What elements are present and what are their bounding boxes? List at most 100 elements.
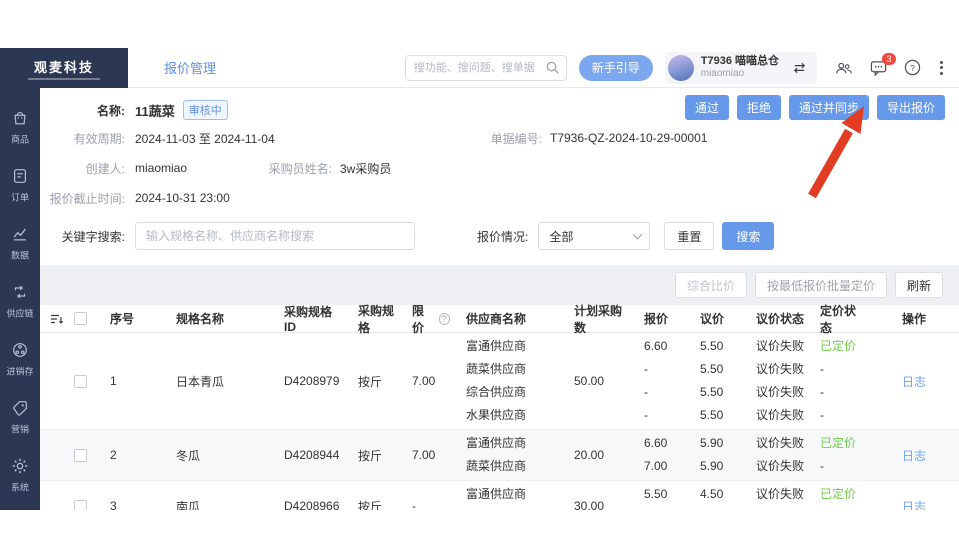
log-link[interactable]: 日志	[902, 447, 926, 464]
keyword-label: 关键字搜索:	[40, 228, 135, 245]
batch-pricing-button[interactable]: 按最低报价批量定价	[755, 272, 887, 298]
pricing-status: 已定价	[820, 483, 856, 506]
app-window: 观麦科技 报价管理 新手引导 T7936 喵喵总仓 miaomiao	[0, 48, 959, 510]
export-quote-button[interactable]: 导出报价	[877, 95, 945, 120]
main-content: 通过 拒绝 通过并同步 导出报价 名称: 11蔬菜 审核中 有效周期: 2024…	[40, 88, 959, 510]
quotes: 6.60---	[624, 333, 680, 429]
compare-price-button[interactable]: 综合比价	[675, 272, 747, 298]
pricing-status: -	[820, 455, 824, 478]
supplier-names: 富通供应商蔬菜供应商	[450, 430, 538, 480]
sidebar-item-supply-chain[interactable]: 供应链	[0, 272, 40, 330]
nego-statuses: 议价失败议价失败	[738, 430, 808, 480]
gear-icon	[11, 457, 29, 475]
row-checkbox[interactable]	[74, 449, 87, 462]
approve-and-sync-button[interactable]: 通过并同步	[789, 95, 869, 120]
search-button[interactable]: 搜索	[722, 222, 774, 250]
user-org: T7936 喵喵总仓	[701, 55, 779, 68]
user-account[interactable]: T7936 喵喵总仓 miaomiao	[665, 52, 817, 84]
brand-logo-subtext	[28, 78, 100, 80]
pricing-status: -	[820, 381, 824, 404]
table-header: 序号 规格名称 采购规格ID 采购规格 限价? 供应商名称 计划采购数 报价 议…	[40, 305, 959, 333]
keyword-input[interactable]	[135, 222, 415, 250]
topbar-main: 报价管理 新手引导 T7936 喵喵总仓 miaomiao	[128, 48, 959, 88]
pricing-status: 已定价	[820, 432, 856, 455]
purchase-spec: 按斤	[340, 430, 398, 480]
nego-prices: 5.905.90	[680, 430, 738, 480]
creator-label: 创建人:	[40, 160, 135, 177]
header-index: 序号	[102, 305, 148, 332]
help-icon[interactable]: ?	[904, 59, 921, 76]
pricing-status: -	[820, 358, 824, 381]
row-checkbox[interactable]	[74, 500, 87, 511]
header-limit-price: 限价?	[398, 305, 450, 332]
table-row: 1 日本青瓜 D4208979 按斤 7.00 富通供应商蔬菜供应商综合供应商水…	[40, 333, 959, 430]
sidebar-item-marketing[interactable]: 营销	[0, 388, 40, 446]
plan-qty: 30.00	[538, 481, 624, 510]
sidebar-item-data[interactable]: 数据	[0, 214, 40, 272]
header-spec: 采购规格	[340, 305, 398, 332]
approve-button[interactable]: 通过	[685, 95, 729, 120]
spec-name: 日本青瓜	[148, 333, 260, 429]
sidebar-item-orders[interactable]: 订单	[0, 156, 40, 214]
log-link[interactable]: 日志	[902, 498, 926, 511]
header-nego: 议价	[680, 305, 738, 332]
supplier-names: 富通供应商蔬菜供应商	[450, 481, 538, 510]
more-menu-icon[interactable]	[938, 59, 945, 77]
order-icon	[11, 167, 29, 185]
row-checkbox[interactable]	[74, 375, 87, 388]
header-nego-status: 议价状态	[738, 305, 808, 332]
limit-price: 7.00	[398, 333, 450, 429]
period-label: 有效周期:	[40, 130, 135, 147]
refresh-button[interactable]: 刷新	[895, 272, 943, 298]
breadcrumb[interactable]: 报价管理	[164, 58, 216, 77]
global-search-input[interactable]	[405, 55, 567, 81]
filter-bar: 关键字搜索: 报价情况: 全部 重置 搜索	[40, 221, 959, 251]
name-label: 名称:	[40, 102, 135, 119]
tag-icon	[11, 399, 29, 417]
bag-icon	[11, 109, 29, 127]
message-icon[interactable]: 3	[870, 60, 887, 76]
purchase-spec: 按斤	[340, 333, 398, 429]
header-quote: 报价	[624, 305, 680, 332]
limit-price-help-icon[interactable]: ?	[439, 313, 450, 325]
novice-guide-button[interactable]: 新手引导	[579, 55, 653, 81]
quote-status-select[interactable]: 全部	[538, 222, 650, 250]
quote-status-label: 报价情况:	[477, 228, 528, 245]
chart-icon	[11, 225, 29, 243]
detail-actions: 通过 拒绝 通过并同步 导出报价	[685, 95, 945, 120]
column-settings-icon[interactable]	[50, 313, 64, 325]
nego-prices: 5.505.505.505.50	[680, 333, 738, 429]
quotation-detail-card: 通过 拒绝 通过并同步 导出报价 名称: 11蔬菜 审核中 有效周期: 2024…	[40, 88, 959, 265]
spec-id: D4208944	[260, 430, 340, 480]
switch-account-icon[interactable]	[792, 62, 807, 74]
nego-statuses: 议价失败议价失败	[738, 481, 808, 510]
spec-id: D4208966	[260, 481, 340, 510]
sidebar-item-goods[interactable]: 商品	[0, 98, 40, 156]
spec-name: 南瓜	[148, 481, 260, 510]
sidebar-item-system[interactable]: 系统	[0, 446, 40, 504]
limit-price: -	[398, 481, 450, 510]
header-supplier: 供应商名称	[450, 305, 538, 332]
reset-button[interactable]: 重置	[664, 222, 714, 250]
supplier-names: 富通供应商蔬菜供应商综合供应商水果供应商	[450, 333, 538, 429]
pricing-status: 已定价	[820, 335, 856, 358]
period-value: 2024-11-03 至 2024-11-04	[135, 130, 275, 147]
log-link[interactable]: 日志	[902, 373, 926, 390]
pricing-status: -	[820, 404, 824, 427]
supply-chain-icon	[11, 283, 29, 301]
sidebar-item-inventory[interactable]: 进销存	[0, 330, 40, 388]
inventory-icon	[11, 341, 29, 359]
nego-statuses: 议价失败议价失败议价失败议价失败	[738, 333, 808, 429]
sidebar: 商品 订单 数据 供应链 进销存 营销	[0, 88, 40, 510]
header-plan-qty: 计划采购数	[538, 305, 624, 332]
brand-logo[interactable]: 观麦科技	[0, 48, 128, 88]
row-index: 2	[102, 430, 148, 480]
service-icon[interactable]	[835, 60, 853, 76]
select-all-checkbox[interactable]	[74, 312, 87, 325]
spec-name: 冬瓜	[148, 430, 260, 480]
doc-no-label: 单据编号:	[480, 130, 550, 147]
reject-button[interactable]: 拒绝	[737, 95, 781, 120]
topbar: 观麦科技 报价管理 新手引导 T7936 喵喵总仓 miaomiao	[0, 48, 959, 88]
spec-id: D4208979	[260, 333, 340, 429]
svg-text:?: ?	[910, 63, 915, 73]
